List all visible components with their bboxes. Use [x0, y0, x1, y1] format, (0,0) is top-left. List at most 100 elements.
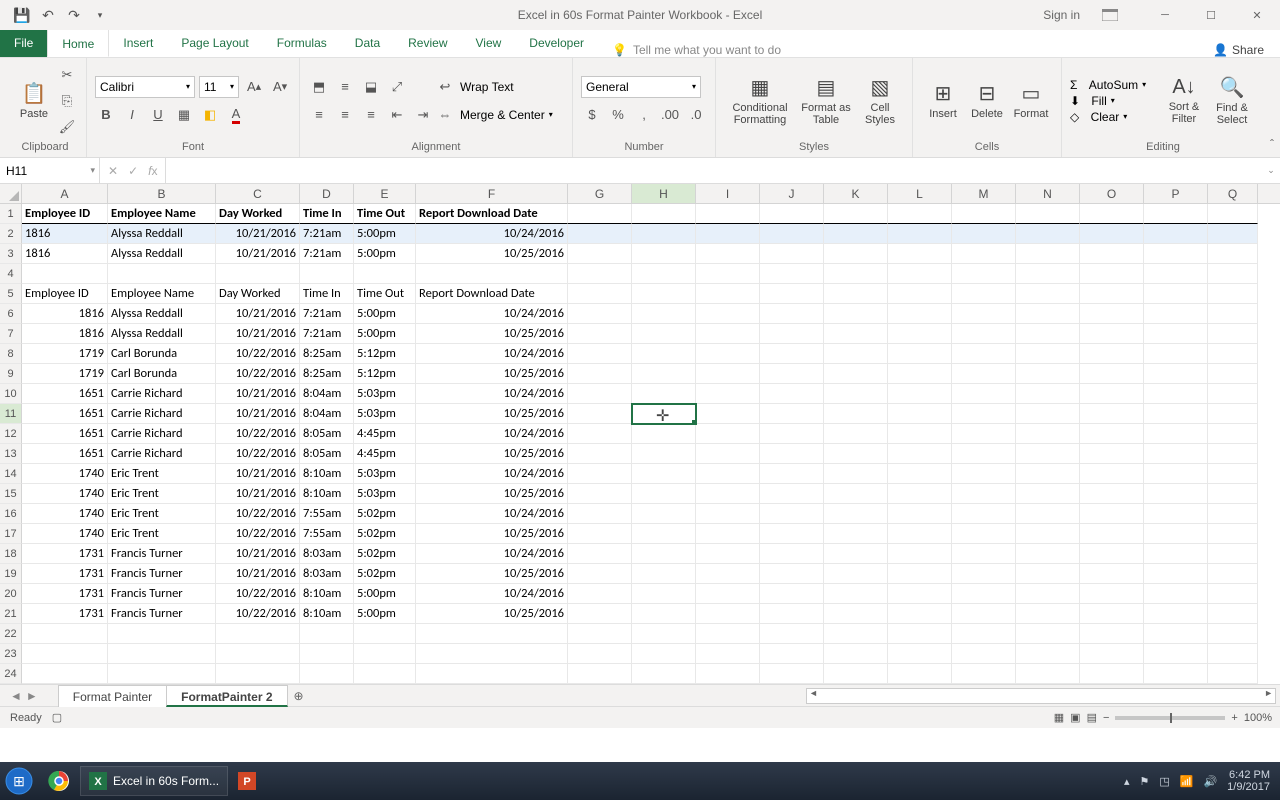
cell-J2[interactable] — [760, 224, 824, 244]
col-header-O[interactable]: O — [1080, 184, 1144, 203]
cell-M9[interactable] — [952, 364, 1016, 384]
cell-H15[interactable] — [632, 484, 696, 504]
cell-D20[interactable]: 8:10am — [300, 584, 354, 604]
cell-L13[interactable] — [888, 444, 952, 464]
tray-show-hidden-icon[interactable]: ▴ — [1124, 775, 1130, 788]
cell-D7[interactable]: 7:21am — [300, 324, 354, 344]
cell-E22[interactable] — [354, 624, 416, 644]
cell-F19[interactable]: 10/25/2016 — [416, 564, 568, 584]
cell-O6[interactable] — [1080, 304, 1144, 324]
cell-D15[interactable]: 8:10am — [300, 484, 354, 504]
cell-F20[interactable]: 10/24/2016 — [416, 584, 568, 604]
cell-F13[interactable]: 10/25/2016 — [416, 444, 568, 464]
cell-B10[interactable]: Carrie Richard — [108, 384, 216, 404]
cell-J17[interactable] — [760, 524, 824, 544]
accounting-format-button[interactable]: $ — [581, 104, 603, 126]
cell-J3[interactable] — [760, 244, 824, 264]
cell-B20[interactable]: Francis Turner — [108, 584, 216, 604]
cell-B18[interactable]: Francis Turner — [108, 544, 216, 564]
cell-J4[interactable] — [760, 264, 824, 284]
powerpoint-taskbar-icon[interactable]: P — [230, 766, 264, 796]
cell-H23[interactable] — [632, 644, 696, 664]
chrome-taskbar-icon[interactable] — [40, 766, 78, 796]
cell-I19[interactable] — [696, 564, 760, 584]
cell-P5[interactable] — [1144, 284, 1208, 304]
cell-C11[interactable]: 10/21/2016 — [216, 404, 300, 424]
cell-Q2[interactable] — [1208, 224, 1258, 244]
cell-N23[interactable] — [1016, 644, 1080, 664]
cell-I11[interactable] — [696, 404, 760, 424]
cell-D23[interactable] — [300, 644, 354, 664]
cell-C21[interactable]: 10/22/2016 — [216, 604, 300, 624]
cell-F2[interactable]: 10/24/2016 — [416, 224, 568, 244]
cell-C8[interactable]: 10/22/2016 — [216, 344, 300, 364]
cell-A14[interactable]: 1740 — [22, 464, 108, 484]
cell-G1[interactable] — [568, 204, 632, 224]
tab-data[interactable]: Data — [341, 29, 394, 57]
cell-D5[interactable]: Time In — [300, 284, 354, 304]
cell-K22[interactable] — [824, 624, 888, 644]
cell-J14[interactable] — [760, 464, 824, 484]
cell-N16[interactable] — [1016, 504, 1080, 524]
cell-Q19[interactable] — [1208, 564, 1258, 584]
cell-C4[interactable] — [216, 264, 300, 284]
cell-D4[interactable] — [300, 264, 354, 284]
cell-F10[interactable]: 10/24/2016 — [416, 384, 568, 404]
cell-K19[interactable] — [824, 564, 888, 584]
cell-E24[interactable] — [354, 664, 416, 684]
cell-O19[interactable] — [1080, 564, 1144, 584]
cell-D12[interactable]: 8:05am — [300, 424, 354, 444]
cell-E10[interactable]: 5:03pm — [354, 384, 416, 404]
align-bottom-button[interactable]: ⬓ — [360, 76, 382, 98]
cell-G14[interactable] — [568, 464, 632, 484]
cell-K5[interactable] — [824, 284, 888, 304]
cell-Q3[interactable] — [1208, 244, 1258, 264]
cell-G13[interactable] — [568, 444, 632, 464]
cell-O18[interactable] — [1080, 544, 1144, 564]
cell-K11[interactable] — [824, 404, 888, 424]
row-header-3[interactable]: 3 — [0, 244, 22, 264]
cell-B17[interactable]: Eric Trent — [108, 524, 216, 544]
orientation-button[interactable]: ⤢ — [386, 76, 408, 98]
cell-O2[interactable] — [1080, 224, 1144, 244]
cell-G16[interactable] — [568, 504, 632, 524]
tab-view[interactable]: View — [462, 29, 516, 57]
cell-G7[interactable] — [568, 324, 632, 344]
cell-F15[interactable]: 10/25/2016 — [416, 484, 568, 504]
cell-M15[interactable] — [952, 484, 1016, 504]
cell-K14[interactable] — [824, 464, 888, 484]
collapse-ribbon-icon[interactable]: ˆ — [1270, 137, 1274, 151]
cell-L3[interactable] — [888, 244, 952, 264]
cell-styles-button[interactable]: ▧Cell Styles — [856, 66, 904, 136]
cell-L15[interactable] — [888, 484, 952, 504]
cell-P3[interactable] — [1144, 244, 1208, 264]
excel-taskbar-item[interactable]: X Excel in 60s Form... — [80, 766, 228, 796]
cell-B7[interactable]: Alyssa Reddall — [108, 324, 216, 344]
name-box[interactable]: H11▾ — [0, 158, 100, 183]
cell-Q14[interactable] — [1208, 464, 1258, 484]
row-header-19[interactable]: 19 — [0, 564, 22, 584]
cell-J21[interactable] — [760, 604, 824, 624]
cell-I16[interactable] — [696, 504, 760, 524]
cell-L12[interactable] — [888, 424, 952, 444]
tab-insert[interactable]: Insert — [109, 29, 167, 57]
cell-L8[interactable] — [888, 344, 952, 364]
cell-N9[interactable] — [1016, 364, 1080, 384]
cell-F16[interactable]: 10/24/2016 — [416, 504, 568, 524]
tab-home[interactable]: Home — [47, 29, 109, 57]
col-header-N[interactable]: N — [1016, 184, 1080, 203]
row-header-15[interactable]: 15 — [0, 484, 22, 504]
cell-C14[interactable]: 10/21/2016 — [216, 464, 300, 484]
cell-P13[interactable] — [1144, 444, 1208, 464]
cell-O8[interactable] — [1080, 344, 1144, 364]
align-top-button[interactable]: ⬒ — [308, 76, 330, 98]
cell-A17[interactable]: 1740 — [22, 524, 108, 544]
cell-M7[interactable] — [952, 324, 1016, 344]
cell-I14[interactable] — [696, 464, 760, 484]
cell-M3[interactable] — [952, 244, 1016, 264]
sign-in-link[interactable]: Sign in — [1043, 0, 1080, 30]
cell-L16[interactable] — [888, 504, 952, 524]
cell-M18[interactable] — [952, 544, 1016, 564]
cell-I8[interactable] — [696, 344, 760, 364]
tab-developer[interactable]: Developer — [515, 29, 598, 57]
